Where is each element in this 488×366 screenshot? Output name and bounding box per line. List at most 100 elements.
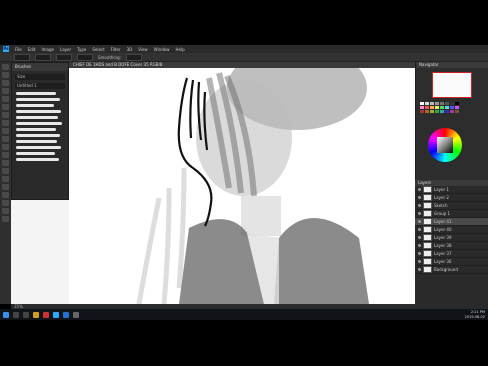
quick-select-tool-icon[interactable]	[2, 88, 9, 94]
swatch[interactable]	[430, 110, 434, 113]
photoshop-icon[interactable]	[53, 311, 59, 318]
brush-stroke-preview[interactable]	[16, 146, 61, 149]
brush-tool-icon[interactable]	[2, 120, 9, 126]
healing-tool-icon[interactable]	[2, 112, 9, 118]
swatch[interactable]	[445, 110, 449, 113]
visibility-eye-icon[interactable]	[418, 260, 421, 263]
brush-stroke-preview[interactable]	[16, 152, 55, 155]
swatch[interactable]	[450, 106, 454, 109]
chrome-icon[interactable]	[43, 311, 49, 318]
type-tool-icon[interactable]	[2, 184, 9, 190]
layer-row[interactable]: Sketch	[415, 202, 488, 210]
swatch[interactable]	[435, 102, 439, 105]
taskview-icon[interactable]	[23, 311, 29, 318]
system-clock[interactable]: 2:21 PM 2019-08-02	[465, 310, 485, 319]
brush-stroke-preview[interactable]	[16, 110, 61, 113]
visibility-eye-icon[interactable]	[418, 212, 421, 215]
swatch[interactable]	[420, 102, 424, 105]
swatch[interactable]	[450, 102, 454, 105]
navigator-thumbnail[interactable]	[432, 72, 472, 98]
visibility-eye-icon[interactable]	[418, 244, 421, 247]
move-tool-icon[interactable]	[2, 64, 9, 70]
menu-edit[interactable]: Edit	[28, 47, 36, 52]
layer-row[interactable]: Group 1	[415, 210, 488, 218]
layer-row[interactable]: Layer 39	[415, 234, 488, 242]
visibility-eye-icon[interactable]	[418, 196, 421, 199]
menu-view[interactable]: View	[138, 47, 148, 52]
menu-window[interactable]: Window	[154, 47, 170, 52]
brush-stroke-preview[interactable]	[16, 134, 60, 137]
layer-row[interactable]: Layer 40	[415, 226, 488, 234]
layer-row[interactable]: Layer 36	[415, 258, 488, 266]
blur-tool-icon[interactable]	[2, 160, 9, 166]
swatch[interactable]	[420, 110, 424, 113]
menu-file[interactable]: File	[15, 47, 22, 52]
color-wheel-square[interactable]	[437, 137, 453, 153]
mode-dropdown[interactable]	[35, 53, 51, 61]
gradient-tool-icon[interactable]	[2, 152, 9, 158]
brush-preset-picker[interactable]	[14, 53, 30, 61]
flow-field[interactable]	[77, 53, 93, 61]
brush-stroke-preview[interactable]	[16, 92, 56, 95]
brush-stroke-preview[interactable]	[16, 140, 57, 143]
pen-tool-icon[interactable]	[2, 176, 9, 182]
visibility-eye-icon[interactable]	[418, 252, 421, 255]
swatch[interactable]	[455, 110, 459, 113]
brush-stroke-preview[interactable]	[16, 98, 60, 101]
visibility-eye-icon[interactable]	[418, 236, 421, 239]
store-icon[interactable]	[73, 311, 79, 318]
layer-row[interactable]: Layer 37	[415, 250, 488, 258]
swatch[interactable]	[440, 102, 444, 105]
menu-select[interactable]: Select	[92, 47, 104, 52]
swatch[interactable]	[430, 106, 434, 109]
swatch[interactable]	[430, 102, 434, 105]
crop-tool-icon[interactable]	[2, 96, 9, 102]
swatch[interactable]	[445, 102, 449, 105]
menu-layer[interactable]: Layer	[60, 47, 71, 52]
brush-stroke-preview[interactable]	[16, 104, 54, 107]
swatch[interactable]	[425, 110, 429, 113]
layer-row[interactable]: Background	[415, 266, 488, 274]
visibility-eye-icon[interactable]	[418, 268, 421, 271]
dodge-tool-icon[interactable]	[2, 168, 9, 174]
layer-row[interactable]: Layer 2	[415, 194, 488, 202]
smoothing-field[interactable]	[125, 53, 142, 61]
brush-stroke-preview[interactable]	[16, 128, 56, 131]
menu-type[interactable]: Type	[77, 47, 86, 52]
eraser-tool-icon[interactable]	[2, 144, 9, 150]
brush-stroke-preview[interactable]	[16, 158, 59, 161]
brush-size-slider[interactable]: Size	[15, 74, 65, 80]
swatch[interactable]	[440, 106, 444, 109]
swatch[interactable]	[420, 106, 424, 109]
menu-filter[interactable]: Filter	[111, 47, 121, 52]
swatch[interactable]	[450, 110, 454, 113]
swatch[interactable]	[440, 110, 444, 113]
menu-help[interactable]: Help	[175, 47, 184, 52]
menu-3d[interactable]: 3D	[127, 47, 133, 52]
swatch[interactable]	[455, 102, 459, 105]
stamp-tool-icon[interactable]	[2, 128, 9, 134]
visibility-eye-icon[interactable]	[418, 220, 421, 223]
color-wheel[interactable]	[428, 128, 462, 162]
history-brush-tool-icon[interactable]	[2, 136, 9, 142]
windows-icon[interactable]	[3, 311, 9, 318]
menu-image[interactable]: Image	[41, 47, 54, 52]
shape-tool-icon[interactable]	[2, 200, 9, 206]
visibility-eye-icon[interactable]	[418, 188, 421, 191]
search-icon[interactable]	[13, 311, 19, 318]
swatch[interactable]	[445, 106, 449, 109]
explorer-icon[interactable]	[33, 311, 39, 318]
hand-tool-icon[interactable]	[2, 208, 9, 214]
mail-icon[interactable]	[63, 311, 69, 318]
swatch[interactable]	[435, 106, 439, 109]
opacity-field[interactable]	[56, 53, 72, 61]
zoom-tool-icon[interactable]	[2, 216, 9, 222]
visibility-eye-icon[interactable]	[418, 204, 421, 207]
swatch[interactable]	[435, 110, 439, 113]
swatch[interactable]	[455, 106, 459, 109]
layer-row[interactable]: Layer 38	[415, 242, 488, 250]
canvas[interactable]	[69, 68, 415, 304]
brush-stroke-preview[interactable]	[16, 122, 62, 125]
brush-stroke-preview[interactable]	[16, 116, 58, 119]
swatch[interactable]	[425, 102, 429, 105]
